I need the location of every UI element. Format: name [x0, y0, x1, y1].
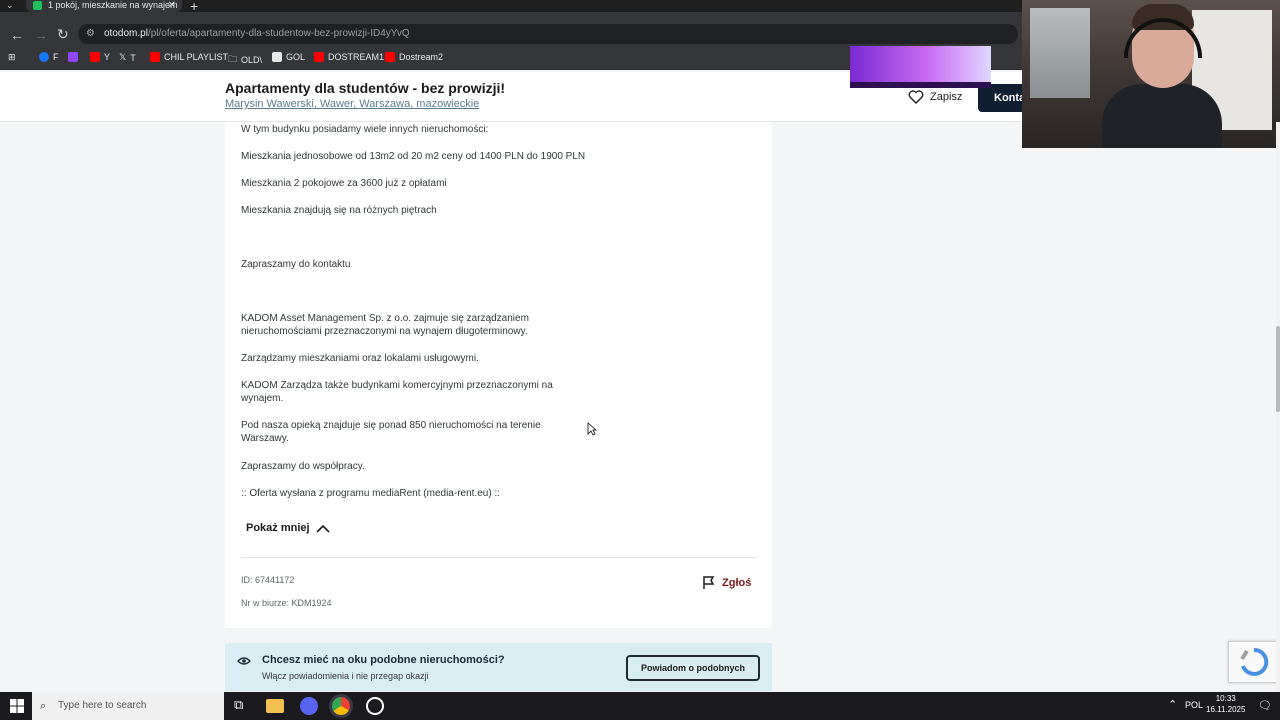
- chevron-up-icon: [316, 524, 330, 533]
- bookmark-t[interactable]: 𝕏T: [119, 52, 136, 63]
- youtube-icon: [385, 52, 395, 62]
- otodom-favicon-icon: [33, 1, 42, 10]
- eye-icon: [237, 657, 251, 665]
- file-explorer-icon[interactable]: [266, 699, 284, 713]
- heart-icon: [908, 90, 924, 104]
- office-number: Nr w biurze: KDM1924: [241, 598, 332, 608]
- alert-title: Chcesz mieć na oku podobne nieruchomości…: [262, 654, 505, 666]
- save-button[interactable]: Zapisz: [908, 90, 962, 104]
- reload-icon[interactable]: ↻: [57, 26, 69, 43]
- bookmark-f[interactable]: F: [39, 52, 59, 62]
- listing-location-link[interactable]: Marysin Wawerski, Wawer, Warszawa, mazow…: [225, 98, 479, 110]
- url-host: otodom.pl: [104, 28, 148, 39]
- description-line: Mieszkania znajdują się na różnych piętr…: [241, 205, 437, 216]
- webcam-overlay: [1022, 0, 1280, 148]
- language-indicator[interactable]: POL: [1185, 700, 1203, 710]
- stream-ad-banner: [850, 46, 991, 88]
- folder-icon: 🗀: [228, 54, 238, 64]
- url-field[interactable]: ⚙ otodom.pl/pl/oferta/apartamenty-dla-st…: [78, 24, 1018, 44]
- youtube-icon: [314, 52, 324, 62]
- description-line: W tym budynku posiadamy wiele innych nie…: [241, 124, 489, 135]
- recaptcha-icon: [1240, 647, 1269, 676]
- tab-active[interactable]: 1 pokój, mieszkanie na wynajem ✕: [26, 0, 182, 12]
- description-line: Zapraszamy do współpracy.: [241, 461, 365, 472]
- search-icon: ⌕: [40, 700, 47, 712]
- listing-title: Apartamenty dla studentów - bez prowizji…: [225, 80, 506, 96]
- close-tab-icon[interactable]: ✕: [168, 0, 176, 11]
- tab-title: 1 pokój, mieszkanie na wynajem: [48, 0, 178, 10]
- description-line: Mieszkania jednosobowe od 13m2 od 20 m2 …: [241, 151, 586, 162]
- youtube-icon: [90, 52, 100, 62]
- bookmark-chil-playlist[interactable]: CHIL PLAYLIST: [150, 52, 228, 62]
- tab-search-icon[interactable]: ⌄: [6, 0, 14, 11]
- task-view-icon[interactable]: ⧉: [234, 697, 252, 715]
- app-icon[interactable]: [366, 697, 384, 715]
- flag-icon: [703, 576, 715, 589]
- save-label: Zapisz: [930, 91, 963, 103]
- site-info-icon[interactable]: ⚙: [86, 24, 95, 44]
- url-path: /pl/oferta/apartamenty-dla-studentow-bez…: [147, 28, 410, 39]
- x-logo-icon: 𝕏: [119, 52, 127, 62]
- description-line: Mieszkania 2 pokojowe za 3600 już z opła…: [241, 178, 447, 189]
- bookmark-y[interactable]: Y: [90, 52, 110, 62]
- description-line: KADOM Zarządza także budynkami komercyjn…: [241, 380, 553, 404]
- scrollbar-thumb[interactable]: [1276, 326, 1280, 412]
- report-label: Zgłoś: [722, 577, 752, 589]
- back-arrow-icon[interactable]: ←: [10, 27, 24, 43]
- clock-date: 16.11.2025: [1206, 705, 1246, 714]
- description-line: Zarządzamy mieszkaniami oraz lokalami us…: [241, 353, 479, 364]
- listing-id: ID: 67441172: [241, 575, 295, 585]
- facebook-icon: [39, 52, 49, 62]
- discord-icon[interactable]: [300, 697, 318, 715]
- description-line: :: Oferta wysłana z programu mediaRent (…: [241, 488, 500, 499]
- notify-similar-button[interactable]: Powiadom o podobnych: [626, 655, 760, 681]
- show-less-label: Pokaż mniej: [246, 522, 310, 534]
- apps-grid-icon[interactable]: ⊞: [8, 52, 16, 63]
- forward-arrow-icon[interactable]: →: [34, 27, 48, 43]
- bookmark-dostream1[interactable]: DOSTREAM1: [314, 52, 384, 62]
- clock-time: 10:33: [1215, 694, 1236, 703]
- chrome-icon[interactable]: [332, 697, 350, 715]
- description-line: Pod nasza opieką znajduje się ponad 850 …: [241, 420, 541, 444]
- bookmark-gol[interactable]: GOL: [272, 52, 305, 62]
- alert-subtitle: Włącz powiadomienia i nie przegap okazji: [262, 671, 429, 681]
- taskbar-search-placeholder: Type here to search: [58, 700, 147, 711]
- windows-start-icon[interactable]: [10, 699, 24, 713]
- description-card: [225, 122, 772, 628]
- contact-button[interactable]: Konta: [978, 84, 1022, 112]
- description-line: Zapraszamy do kontaktu: [241, 259, 351, 270]
- bookmark-twitch[interactable]: [68, 52, 78, 62]
- clock[interactable]: 10:33 16.11.2025: [1206, 693, 1245, 715]
- youtube-icon: [150, 52, 160, 62]
- mouse-cursor-icon: [587, 422, 597, 436]
- taskbar-search-input[interactable]: ⌕ Type here to search: [32, 692, 224, 720]
- description-line: KADOM Asset Management Sp. z o.o. zajmuj…: [241, 313, 529, 337]
- recaptcha-badge[interactable]: [1228, 641, 1280, 683]
- divider: [241, 557, 757, 558]
- twitch-icon: [68, 52, 78, 62]
- show-less-button[interactable]: Pokaż mniej: [246, 522, 330, 534]
- notifications-icon[interactable]: 🗨: [1258, 699, 1272, 712]
- bookmark-old[interactable]: 🗀 OLD\: [228, 52, 262, 68]
- gol-icon: [272, 52, 282, 62]
- report-button[interactable]: Zgłoś: [702, 576, 751, 590]
- bookmark-dostream2[interactable]: Dostream2: [385, 52, 443, 62]
- tray-chevron-up-icon[interactable]: ⌃: [1168, 698, 1177, 711]
